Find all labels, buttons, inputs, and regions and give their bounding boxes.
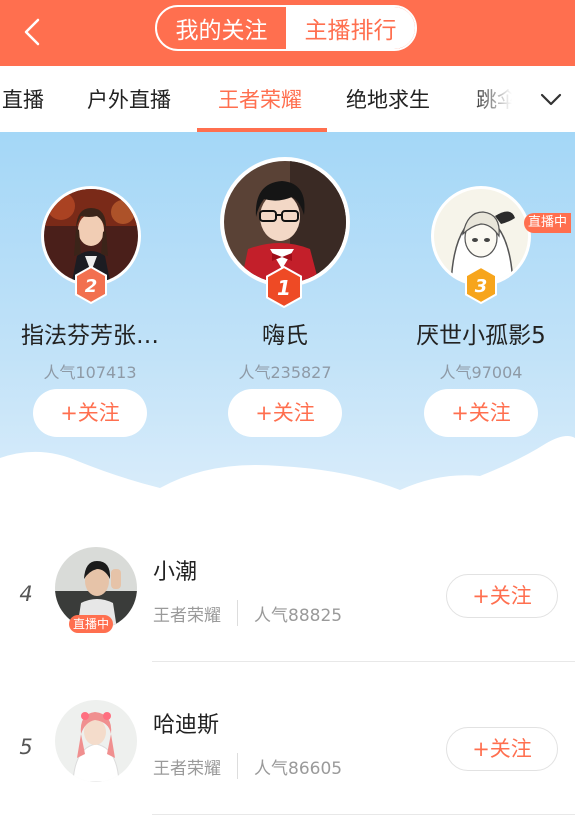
chevron-down-icon <box>540 93 562 106</box>
list-rank: 4 <box>19 582 33 606</box>
follow-button-2[interactable]: +关注 <box>33 389 147 437</box>
tab-honor-of-kings[interactable]: 王者荣耀 <box>218 66 302 132</box>
rank-2-badge-icon: 2 <box>75 266 107 304</box>
follow-button-1[interactable]: +关注 <box>228 389 342 437</box>
streamer-1-popularity: 人气235827 <box>238 363 332 382</box>
segmented-control: 我的关注 主播排行 <box>155 5 417 51</box>
podium-card-2: 2 指法芬芳张… 人气107413 +关注 <box>5 132 175 442</box>
streamer-meta: 王者荣耀 人气86605 <box>153 753 342 779</box>
segment-streamer-ranking[interactable]: 主播排行 <box>286 7 415 49</box>
rank-3-badge-icon: 3 <box>465 266 497 304</box>
streamer-popularity: 人气86605 <box>254 758 343 779</box>
podium-card-3: 直播中 3 厌世小孤影5 人气97004 +关注 <box>396 132 572 442</box>
rank-3-number: 3 <box>475 276 488 297</box>
meta-separator <box>237 753 238 779</box>
back-button[interactable] <box>14 12 54 52</box>
top-header: 我的关注 主播排行 <box>0 0 575 66</box>
list-rank: 5 <box>19 735 33 759</box>
list-divider <box>152 814 575 815</box>
follow-button[interactable]: +关注 <box>446 727 558 771</box>
avatar[interactable] <box>55 700 137 782</box>
streamer-category: 王者荣耀 <box>153 605 221 626</box>
list-item[interactable]: 4 直播中 小潮 王者荣耀 人气88825 +关注 <box>0 520 575 670</box>
streamer-popularity: 人气88825 <box>254 605 343 626</box>
tab-live[interactable]: 直播 <box>2 66 44 132</box>
rank-1-number: 1 <box>277 276 291 300</box>
streamer-5-avatar-image <box>55 700 137 782</box>
podium-card-1: 1 嗨氏 人气235827 +关注 <box>200 132 370 442</box>
tab-pubg[interactable]: 绝地求生 <box>346 66 430 132</box>
list-divider <box>152 661 575 662</box>
streamer-2-name: 指法芬芳张… <box>21 323 159 349</box>
cloud-divider <box>0 436 575 532</box>
follow-button[interactable]: +关注 <box>446 574 558 618</box>
streamer-3-name: 厌世小孤影5 <box>416 323 546 349</box>
category-tabs: 直播 户外直播 王者荣耀 绝地求生 跳伞 <box>0 66 575 198</box>
streamer-meta: 王者荣耀 人气88825 <box>153 600 342 626</box>
streamer-name: 哈迪斯 <box>153 713 220 738</box>
rank-1-badge-icon: 1 <box>266 266 302 308</box>
segment-my-follows[interactable]: 我的关注 <box>157 7 286 49</box>
streamer-3-popularity: 人气97004 <box>439 363 523 382</box>
list-item[interactable]: 5 哈迪斯 王者荣耀 人气86605 +关注 <box>0 673 575 823</box>
top-three-podium: 2 指法芬芳张… 人气107413 +关注 1 嗨氏 人气235827 +关注 … <box>0 132 575 532</box>
tab-outdoor-live[interactable]: 户外直播 <box>87 66 171 132</box>
chevron-left-icon <box>24 18 40 46</box>
tab-parachute[interactable]: 跳伞 <box>476 66 518 132</box>
live-badge: 直播中 <box>69 615 114 633</box>
streamer-2-popularity: 人气107413 <box>43 363 137 382</box>
rank-2-number: 2 <box>85 276 98 297</box>
streamer-category: 王者荣耀 <box>153 758 221 779</box>
streamer-name: 小潮 <box>153 560 198 585</box>
meta-separator <box>237 600 238 626</box>
live-badge: 直播中 <box>524 213 572 233</box>
more-tabs-button[interactable] <box>530 66 575 132</box>
follow-button-3[interactable]: +关注 <box>424 389 538 437</box>
streamer-1-name: 嗨氏 <box>262 323 308 349</box>
